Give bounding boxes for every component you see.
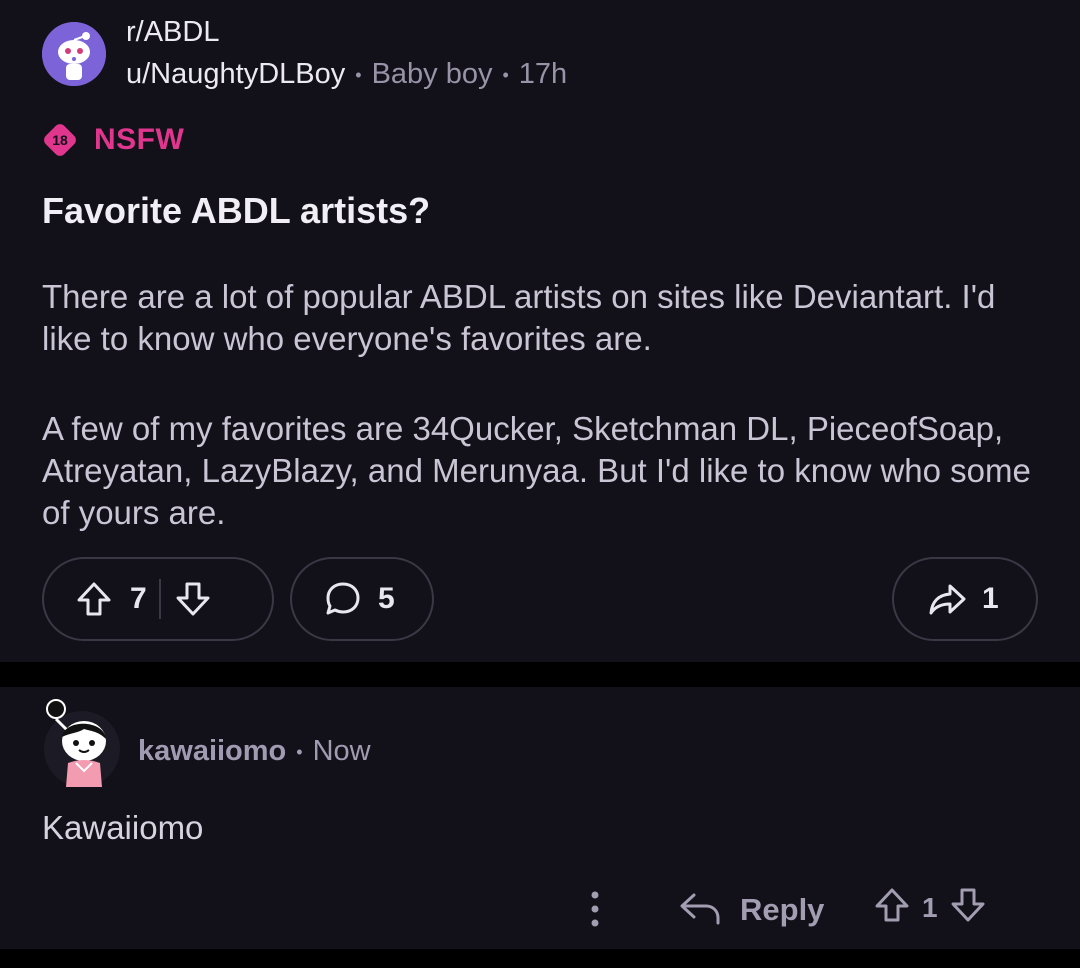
comment-actions: Reply 1 (580, 883, 1020, 937)
commenter-avatar[interactable] (42, 697, 122, 789)
comment-count: 5 (378, 582, 395, 615)
comment-author[interactable]: kawaiiomo (138, 735, 286, 767)
vote-bar: 7 (42, 557, 274, 641)
post-paragraph: A few of my favorites are 34Qucker, Sket… (42, 410, 1031, 531)
post-card: r/ABDL u/NaughtyDLBoy • Baby boy • 17h 18 NS… (0, 0, 1080, 662)
nsfw-label: NSFW (94, 123, 185, 156)
post-title[interactable]: Favorite ABDL artists? (42, 190, 430, 232)
vote-divider (158, 579, 161, 619)
separator-dot: • (296, 741, 303, 762)
reply-label: Reply (740, 891, 825, 927)
comment-time: Now (312, 735, 371, 767)
share-button[interactable]: 1 (892, 557, 1038, 641)
more-icon[interactable] (580, 889, 610, 929)
comment-meta: kawaiiomo • Now (138, 735, 371, 768)
separator-dot: • (502, 64, 509, 85)
post-meta: u/NaughtyDLBoy • Baby boy • 17h (126, 58, 567, 91)
comment-vote-bar: 1 (872, 885, 988, 930)
subreddit-avatar[interactable] (42, 22, 106, 86)
separator-dot: • (355, 64, 362, 85)
upvote-count: 7 (130, 582, 147, 615)
comment-icon (322, 578, 364, 620)
share-icon (926, 578, 968, 620)
nsfw-tag: 18 NSFW (42, 122, 184, 158)
downvote-icon[interactable] (173, 579, 213, 619)
section-divider (0, 662, 1080, 687)
post-author[interactable]: u/NaughtyDLBoy (126, 58, 345, 90)
comment-body: Kawaiiomo (42, 809, 204, 846)
downvote-icon[interactable] (948, 885, 988, 930)
user-flair: Baby boy (371, 58, 493, 90)
share-count: 1 (982, 582, 999, 615)
upvote-icon[interactable] (872, 885, 912, 930)
post-paragraph: There are a lot of popular ABDL artists … (42, 278, 996, 357)
nsfw-badge-icon: 18 (44, 124, 76, 156)
bottom-divider (0, 949, 1080, 968)
reply-icon (678, 885, 722, 934)
nsfw-badge-text: 18 (52, 132, 68, 148)
comments-button[interactable]: 5 (290, 557, 434, 641)
upvote-icon[interactable] (74, 579, 114, 619)
post-body: There are a lot of popular ABDL artists … (42, 276, 1042, 582)
reply-button[interactable]: Reply (678, 885, 824, 934)
post-time: 17h (518, 58, 568, 90)
comment-vote-count: 1 (922, 891, 938, 923)
comment: kawaiiomo • Now Kawaiiomo Reply 1 (0, 687, 1080, 949)
subreddit-name[interactable]: r/ABDL (126, 16, 219, 49)
